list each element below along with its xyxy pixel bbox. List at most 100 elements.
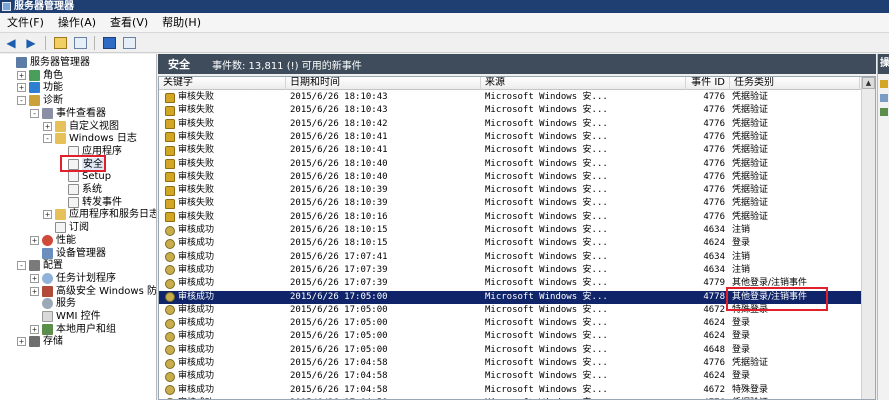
- table-row[interactable]: 审核失败 2015/6/26 18:10:41 Microsoft Windows …: [159, 144, 875, 157]
- column-header-datetime[interactable]: 日期和时间: [286, 77, 481, 90]
- action-icon[interactable]: [880, 94, 888, 102]
- expand-icon[interactable]: +: [17, 70, 26, 80]
- action-icon[interactable]: [880, 108, 888, 116]
- table-row[interactable]: 审核成功 2015/6/26 17:07:39 Microsoft Windows …: [159, 277, 875, 290]
- table-row[interactable]: 审核失败 2015/6/26 18:10:39 Microsoft Windows …: [159, 197, 875, 210]
- expand-icon[interactable]: +: [43, 210, 52, 220]
- event-id-cell: 4776: [703, 171, 725, 182]
- table-row[interactable]: 审核失败 2015/6/26 18:10:40 Microsoft Windows …: [159, 158, 875, 171]
- action-icon[interactable]: [880, 80, 888, 88]
- datetime-cell: 2015/6/26 18:10:39: [290, 198, 388, 209]
- collapse-icon[interactable]: -: [17, 261, 26, 271]
- toolbar-separator: [45, 35, 46, 50]
- table-row[interactable]: 审核成功 2015/6/26 17:07:41 Microsoft Windows …: [159, 251, 875, 264]
- tree-item[interactable]: - Windows 日志: [43, 132, 137, 145]
- keyword-label: 审核成功: [178, 384, 215, 395]
- up-folder-icon[interactable]: [51, 35, 69, 51]
- expand-icon[interactable]: +: [17, 337, 26, 347]
- table-row[interactable]: 审核成功 2015/6/26 18:10:15 Microsoft Windows …: [159, 224, 875, 237]
- table-row[interactable]: 审核成功 2015/6/26 17:04:58 Microsoft Windows …: [159, 384, 875, 397]
- scroll-up-icon[interactable]: ▲: [862, 77, 875, 89]
- expand-icon[interactable]: +: [17, 83, 26, 93]
- column-header-keyword[interactable]: 关键字: [159, 77, 286, 90]
- table-row[interactable]: 审核成功 2015/6/26 17:05:00 Microsoft Windows …: [159, 304, 875, 317]
- user-icon: [42, 323, 53, 335]
- expand-icon[interactable]: +: [30, 286, 39, 296]
- table-row[interactable]: 审核失败 2015/6/26 18:10:43 Microsoft Windows …: [159, 91, 875, 104]
- tree-item[interactable]: + 角色: [17, 69, 63, 82]
- vertical-scrollbar[interactable]: ▲: [861, 77, 875, 399]
- back-icon[interactable]: ◀: [2, 35, 20, 51]
- collapse-icon[interactable]: -: [30, 108, 39, 118]
- tree-item[interactable]: 转发事件: [56, 196, 122, 209]
- collapse-icon[interactable]: -: [17, 96, 26, 106]
- keyword-label: 审核成功: [178, 264, 215, 275]
- menu-file[interactable]: 文件(F): [0, 14, 51, 32]
- table-row[interactable]: 审核成功 2015/6/26 18:10:15 Microsoft Windows …: [159, 237, 875, 250]
- tree-item[interactable]: + 功能: [17, 81, 63, 94]
- table-row[interactable]: 审核成功 2015/6/26 17:05:00 Microsoft Windows …: [159, 344, 875, 357]
- keyword-cell: 审核失败: [165, 91, 287, 104]
- tree-item[interactable]: Setup: [56, 170, 111, 183]
- tree-item[interactable]: 订阅: [43, 221, 89, 234]
- table-row[interactable]: 审核成功 2015/6/26 17:05:00 Microsoft Windows …: [159, 330, 875, 343]
- source-cell: Microsoft Windows 安...: [485, 358, 608, 368]
- tree-item[interactable]: + 存储: [17, 335, 63, 348]
- tree-item[interactable]: + 应用程序和服务日志: [43, 208, 156, 221]
- tree-item[interactable]: 服务器管理器: [4, 56, 90, 69]
- table-row[interactable]: 审核失败 2015/6/26 18:10:41 Microsoft Windows …: [159, 131, 875, 144]
- help-icon[interactable]: [100, 35, 118, 51]
- tree-item[interactable]: + 任务计划程序: [30, 272, 116, 285]
- tree-item[interactable]: 安全: [56, 157, 104, 171]
- task-category-cell: 其他登录/注销事件: [732, 278, 808, 289]
- collapse-icon[interactable]: -: [43, 134, 52, 144]
- expand-icon[interactable]: +: [43, 121, 52, 131]
- expand-icon[interactable]: +: [30, 235, 39, 245]
- tree-item[interactable]: 应用程序: [56, 145, 122, 158]
- table-row[interactable]: 审核成功 2015/6/26 17:07:39 Microsoft Windows …: [159, 264, 875, 277]
- expand-icon[interactable]: +: [30, 273, 39, 283]
- table-row[interactable]: 审核失败 2015/6/26 18:10:40 Microsoft Windows …: [159, 171, 875, 184]
- forward-icon[interactable]: ▶: [22, 35, 40, 51]
- tree-item[interactable]: + 高级安全 Windows 防火墙: [30, 285, 156, 298]
- column-header-event-id[interactable]: 事件 ID: [686, 77, 730, 90]
- column-header-task-category[interactable]: 任务类别: [730, 77, 860, 90]
- lock-icon: [165, 185, 175, 196]
- tree-item[interactable]: WMI 控件: [30, 310, 101, 323]
- source-cell: Microsoft Windows 安...: [485, 158, 608, 169]
- task-category-cell: 凭据验证: [732, 198, 769, 209]
- keyword-label: 审核失败: [178, 145, 215, 156]
- task-category-cell: 凭据验证: [732, 171, 769, 182]
- tree-item[interactable]: + 自定义视图: [43, 120, 119, 133]
- tree-item[interactable]: 系统: [56, 183, 102, 196]
- menu-view[interactable]: 查看(V): [103, 14, 155, 32]
- expand-icon[interactable]: +: [30, 324, 39, 334]
- table-row[interactable]: 审核成功 2015/6/26 17:04:58 Microsoft Windows …: [159, 357, 875, 370]
- title-bar: 服务器管理器: [0, 0, 889, 13]
- show-tree-icon[interactable]: [71, 35, 89, 51]
- tree-item[interactable]: 设备管理器: [30, 247, 106, 260]
- menu-help[interactable]: 帮助(H): [155, 14, 208, 32]
- tree-item[interactable]: - 配置: [17, 259, 63, 272]
- keyword-label: 审核成功: [178, 278, 215, 289]
- tree-item[interactable]: + 本地用户和组: [30, 323, 116, 336]
- tree-item[interactable]: - 事件查看器: [30, 107, 106, 120]
- table-row[interactable]: 审核成功 2015/6/26 17:04:58 Microsoft Windows …: [159, 370, 875, 383]
- tree-item[interactable]: - 诊断: [17, 94, 63, 107]
- table-row[interactable]: 审核失败 2015/6/26 18:10:39 Microsoft Windows …: [159, 184, 875, 197]
- table-row[interactable]: 审核失败 2015/6/26 18:10:16 Microsoft Windows …: [159, 211, 875, 224]
- tree-item[interactable]: + 性能: [30, 234, 76, 247]
- table-row[interactable]: 审核成功 2015/6/26 17:05:00 Microsoft Windows …: [159, 317, 875, 330]
- table-header: 关键字 日期和时间 来源 事件 ID 任务类别: [159, 77, 875, 90]
- table-row[interactable]: 审核失败 2015/6/26 18:10:43 Microsoft Windows …: [159, 104, 875, 117]
- datetime-cell: 2015/6/26 17:05:00: [290, 304, 388, 315]
- menu-action[interactable]: 操作(A): [51, 14, 103, 32]
- properties-icon[interactable]: [120, 35, 138, 51]
- tree-item[interactable]: 服务: [30, 297, 76, 310]
- table-row[interactable]: 审核成功 2015/6/26 17:05:00 Microsoft Windows …: [159, 289, 875, 305]
- server-manager-icon: [2, 2, 11, 11]
- column-header-source[interactable]: 来源: [481, 77, 686, 90]
- table-row[interactable]: 审核失败 2015/6/26 18:10:42 Microsoft Windows …: [159, 118, 875, 131]
- keyword-label: 审核成功: [178, 371, 215, 382]
- source-cell: Microsoft Windows 安...: [485, 92, 608, 102]
